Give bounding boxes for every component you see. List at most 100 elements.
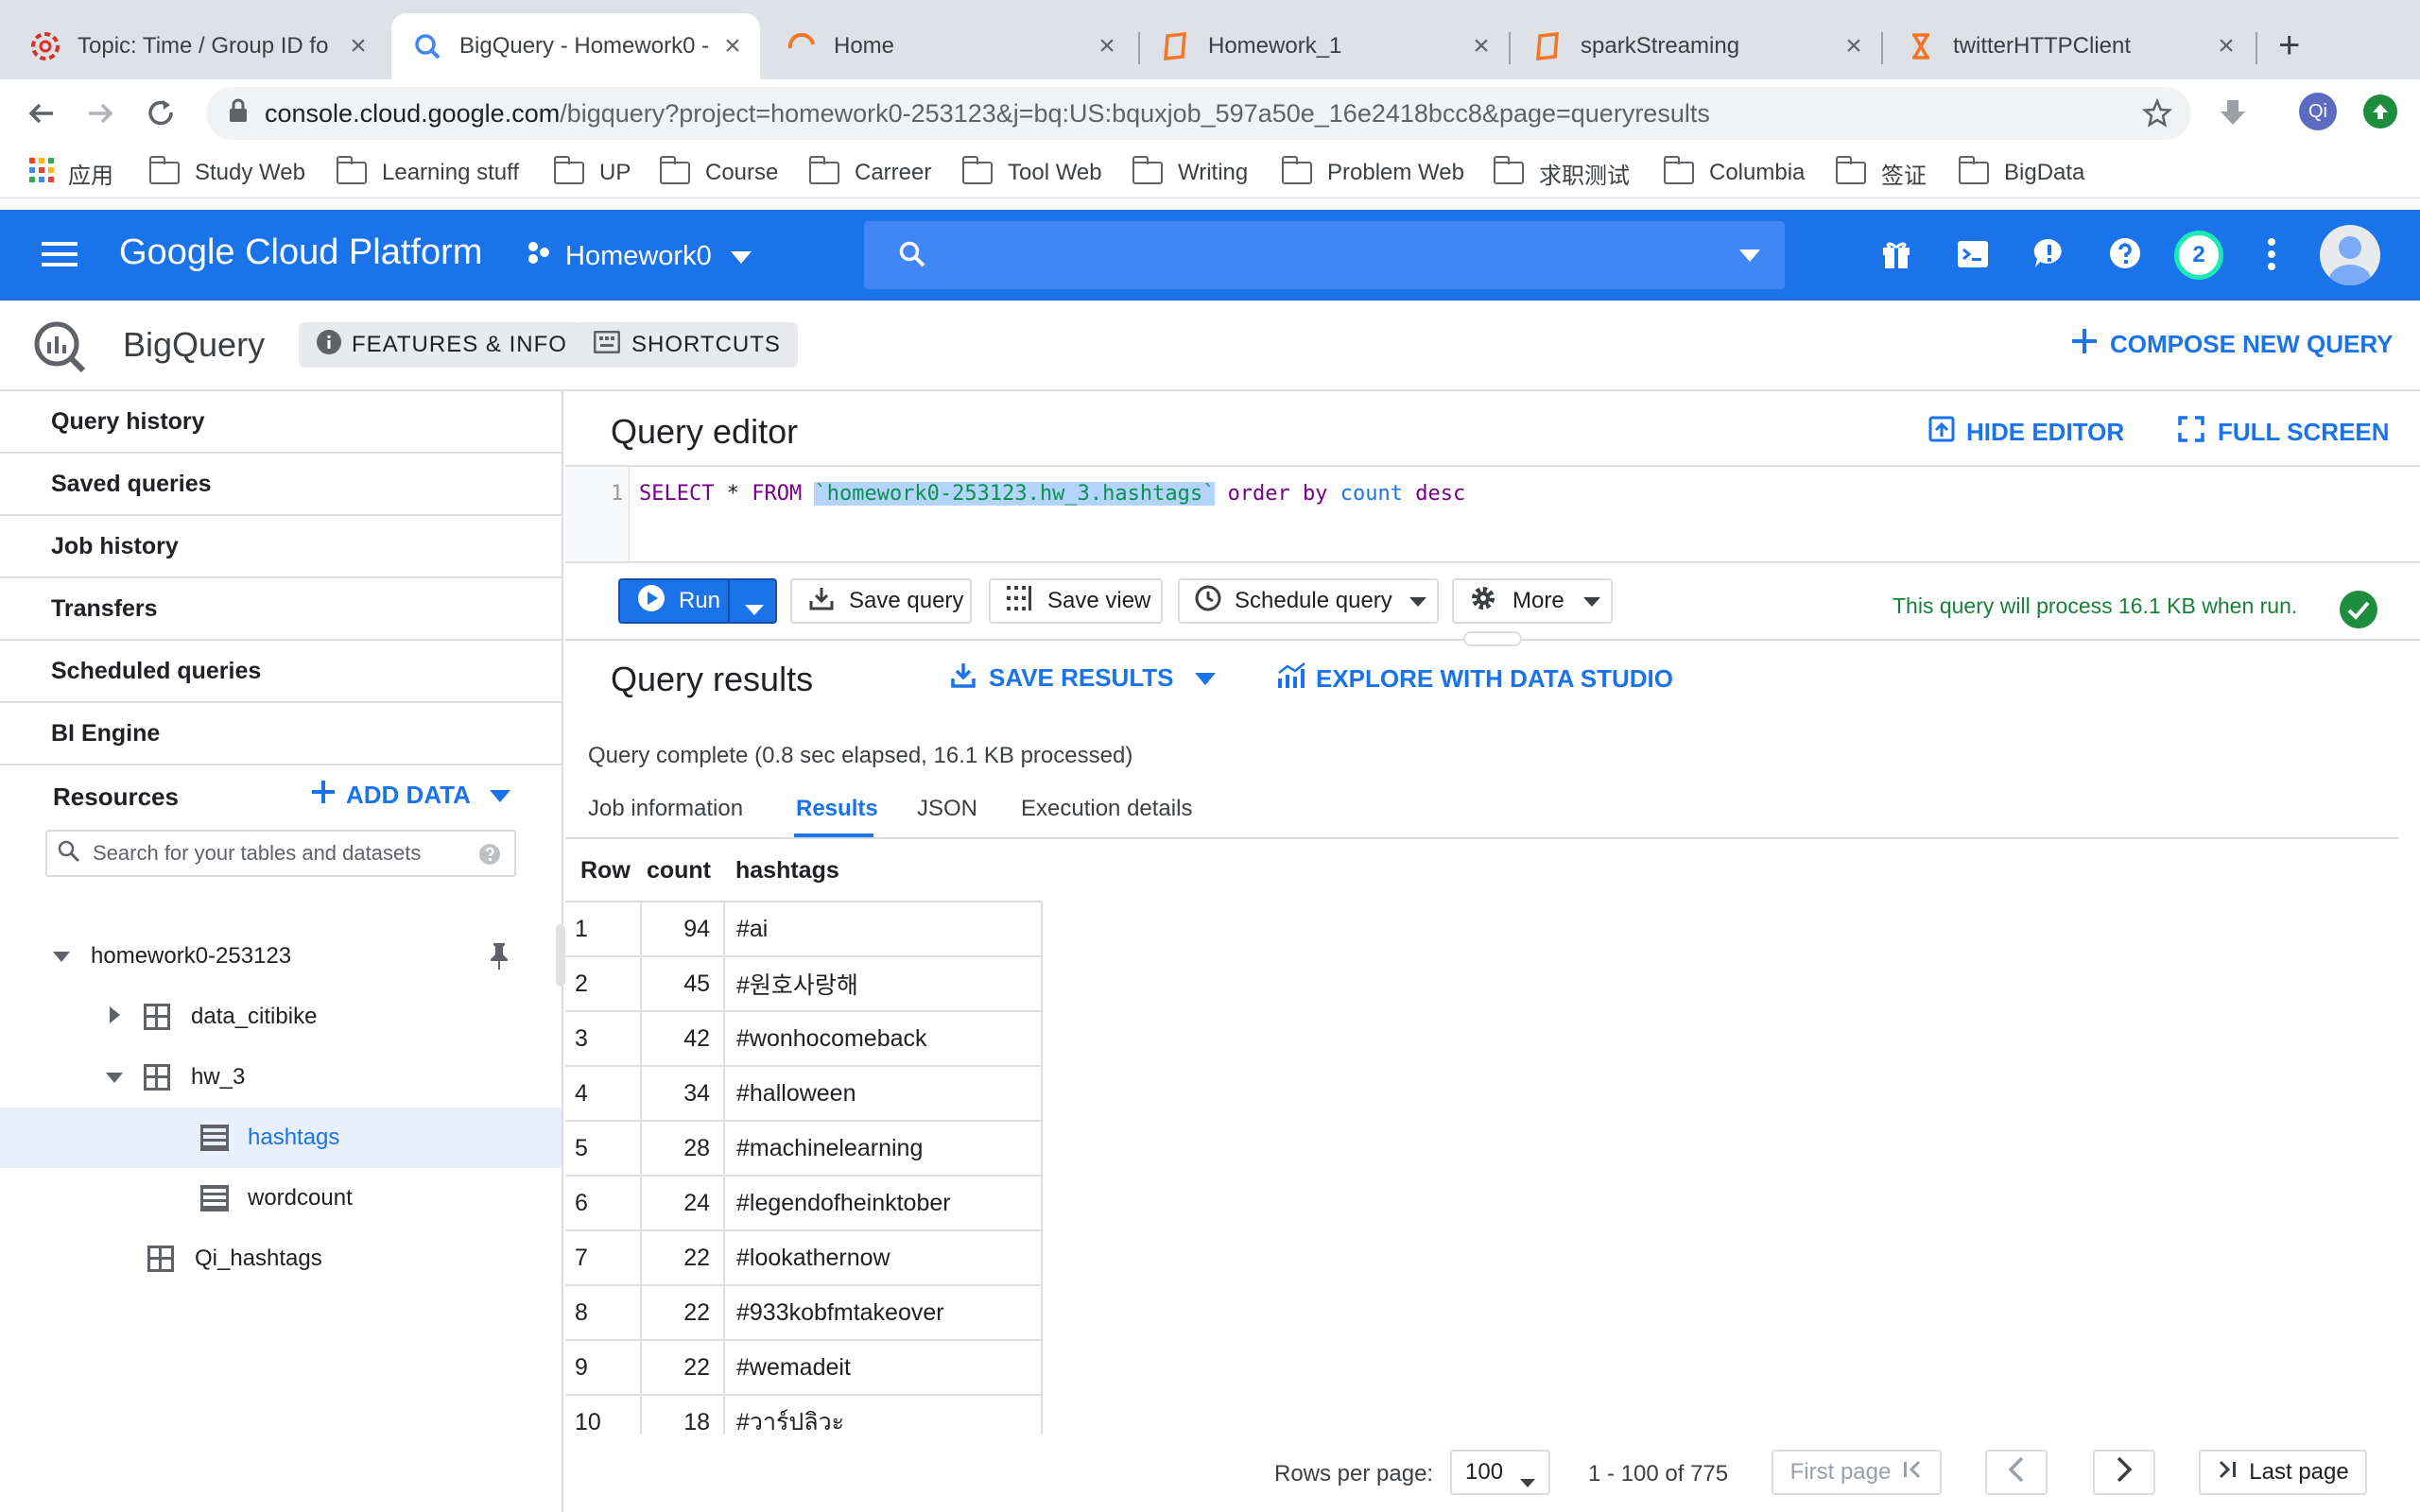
bookmark-folder[interactable]: 求职测试 xyxy=(1494,155,1630,191)
feedback-icon[interactable] xyxy=(2032,236,2066,275)
gift-icon[interactable] xyxy=(1881,238,1911,275)
browser-tab-twitter[interactable]: twitterHTTPClient × xyxy=(1885,13,2254,79)
menu-icon[interactable] xyxy=(42,240,78,273)
more-vert-icon[interactable] xyxy=(2265,236,2278,277)
caret-down-icon[interactable] xyxy=(106,1064,123,1091)
run-button[interactable]: Run xyxy=(618,578,777,624)
sidebar-resize-handle[interactable] xyxy=(556,924,565,987)
bookmark-folder[interactable]: BigData xyxy=(1959,155,2084,191)
tree-table-selected[interactable]: hashtags xyxy=(0,1108,562,1168)
bookmark-folder[interactable]: Carreer xyxy=(809,155,931,191)
tree-table[interactable]: wordcount xyxy=(0,1168,562,1228)
shortcuts-button[interactable]: SHORTCUTS xyxy=(577,322,798,368)
close-icon[interactable]: × xyxy=(718,30,747,61)
folder-icon xyxy=(1959,156,1989,184)
close-icon[interactable]: × xyxy=(1840,30,1868,61)
notifications-badge[interactable]: 2 xyxy=(2174,231,2223,280)
reload-icon[interactable] xyxy=(144,96,178,135)
count-cell: 22 xyxy=(641,1230,725,1286)
column-header[interactable]: count xyxy=(641,841,724,902)
rows-per-page-select[interactable]: 100 xyxy=(1450,1450,1550,1495)
bookmark-folder[interactable]: Writing xyxy=(1132,155,1248,191)
next-page-button[interactable] xyxy=(2093,1450,2155,1495)
sidebar-item-saved-queries[interactable]: Saved queries xyxy=(0,454,562,516)
browser-tab-home[interactable]: Home × xyxy=(766,13,1134,79)
tab-json[interactable]: JSON xyxy=(917,796,977,822)
sidebar-item-scheduled-queries[interactable]: Scheduled queries xyxy=(0,641,562,703)
features-info-button[interactable]: FEATURES & INFO xyxy=(299,322,584,368)
prev-page-button[interactable] xyxy=(1985,1450,2048,1495)
tab-execution-details[interactable]: Execution details xyxy=(1021,796,1192,822)
star-icon[interactable] xyxy=(2141,97,2173,135)
save-query-button[interactable]: Save query xyxy=(790,578,972,624)
omnibox[interactable]: console.cloud.google.com /bigquery?proje… xyxy=(206,87,2191,140)
sidebar-item-bi-engine[interactable]: BI Engine xyxy=(0,703,562,765)
tab-results[interactable]: Results xyxy=(796,796,878,822)
tree-dataset[interactable]: Qi_hashtags xyxy=(0,1228,562,1289)
browser-tab-sparkstreaming[interactable]: sparkStreaming × xyxy=(1512,13,1881,79)
bookmark-folder[interactable]: Tool Web xyxy=(962,155,1102,191)
close-icon[interactable]: × xyxy=(2212,30,2240,61)
tree-dataset[interactable]: hw_3 xyxy=(0,1047,562,1108)
bookmark-apps[interactable]: 应用 xyxy=(28,155,113,191)
sidebar-item-query-history[interactable]: Query history xyxy=(0,391,562,454)
bookmark-folder[interactable]: Learning stuff xyxy=(337,155,519,191)
save-view-button[interactable]: Save view xyxy=(989,578,1163,624)
close-icon[interactable]: × xyxy=(1093,30,1121,61)
first-page-button[interactable]: First page xyxy=(1772,1450,1942,1495)
caret-right-icon[interactable] xyxy=(110,1004,121,1030)
last-page-button[interactable]: Last page xyxy=(2199,1450,2367,1495)
sql-editor[interactable]: 1 SELECT * FROM `homework0-253123.hw_3.h… xyxy=(565,465,2420,563)
chevron-down-icon[interactable] xyxy=(745,596,764,623)
save-results-button[interactable]: SAVE RESULTS xyxy=(951,662,1216,695)
chevron-down-icon xyxy=(730,241,752,272)
line-number: 1 xyxy=(611,482,624,506)
project-selector[interactable]: Homework0 xyxy=(526,234,752,278)
resource-search-input[interactable]: Search for your tables and datasets xyxy=(45,830,516,877)
browser-tab-topic[interactable]: Topic: Time / Group ID fo × xyxy=(9,13,386,79)
bookmark-folder[interactable]: Problem Web xyxy=(1282,155,1464,191)
help-icon[interactable] xyxy=(2108,236,2142,275)
help-icon[interactable] xyxy=(478,843,501,870)
more-button[interactable]: More xyxy=(1452,578,1613,624)
editor-resize-handle[interactable] xyxy=(1463,631,1522,646)
search-bar[interactable] xyxy=(864,221,1785,289)
tree-project[interactable]: homework0-253123 xyxy=(0,926,562,987)
pin-icon[interactable] xyxy=(488,941,510,978)
account-avatar[interactable] xyxy=(2320,225,2380,285)
forward-icon[interactable] xyxy=(83,96,117,135)
tree-dataset[interactable]: data_citibike xyxy=(0,987,562,1047)
browser-tab-bigquery[interactable]: BigQuery - Homework0 - × xyxy=(391,13,760,79)
column-header[interactable]: Row xyxy=(565,841,641,902)
full-screen-button[interactable]: FULL SCREEN xyxy=(2178,416,2390,449)
folder-icon xyxy=(149,156,180,184)
bookmark-folder[interactable]: UP xyxy=(554,155,631,191)
update-icon[interactable] xyxy=(2363,94,2397,129)
hide-editor-button[interactable]: HIDE EDITOR xyxy=(1928,416,2124,449)
schedule-query-button[interactable]: Schedule query xyxy=(1178,578,1439,624)
bookmark-folder[interactable]: Course xyxy=(660,155,778,191)
profile-avatar[interactable]: Qi xyxy=(2299,93,2337,130)
bookmark-folder[interactable]: Study Web xyxy=(149,155,305,191)
download-icon[interactable] xyxy=(2216,96,2250,135)
sql-line[interactable]: SELECT * FROM `homework0-253123.hw_3.has… xyxy=(639,482,1465,506)
column-header[interactable]: hashtags xyxy=(724,841,1042,902)
sidebar-item-transfers[interactable]: Transfers xyxy=(0,578,562,641)
count-cell: 22 xyxy=(641,1340,725,1396)
bookmark-folder[interactable]: 签证 xyxy=(1836,155,1927,191)
caret-down-icon[interactable] xyxy=(53,943,70,970)
chevron-down-icon[interactable] xyxy=(1739,249,1760,267)
close-icon[interactable]: × xyxy=(344,30,372,61)
back-icon[interactable] xyxy=(25,96,59,135)
add-data-button[interactable]: ADD DATA xyxy=(312,781,510,810)
cloud-shell-icon[interactable] xyxy=(1957,238,1989,275)
gcp-brand[interactable]: Google Cloud Platform xyxy=(119,232,482,273)
browser-tab-homework1[interactable]: Homework_1 × xyxy=(1140,13,1509,79)
close-icon[interactable]: × xyxy=(1467,30,1495,61)
explore-data-studio-button[interactable]: EXPLORE WITH DATA STUDIO xyxy=(1276,662,1673,696)
bookmark-folder[interactable]: Columbia xyxy=(1664,155,1805,191)
compose-new-query-button[interactable]: COMPOSE NEW QUERY xyxy=(2072,329,2394,360)
new-tab-button[interactable]: + xyxy=(2278,25,2300,67)
tab-job-information[interactable]: Job information xyxy=(588,796,743,822)
sidebar-item-job-history[interactable]: Job history xyxy=(0,516,562,578)
